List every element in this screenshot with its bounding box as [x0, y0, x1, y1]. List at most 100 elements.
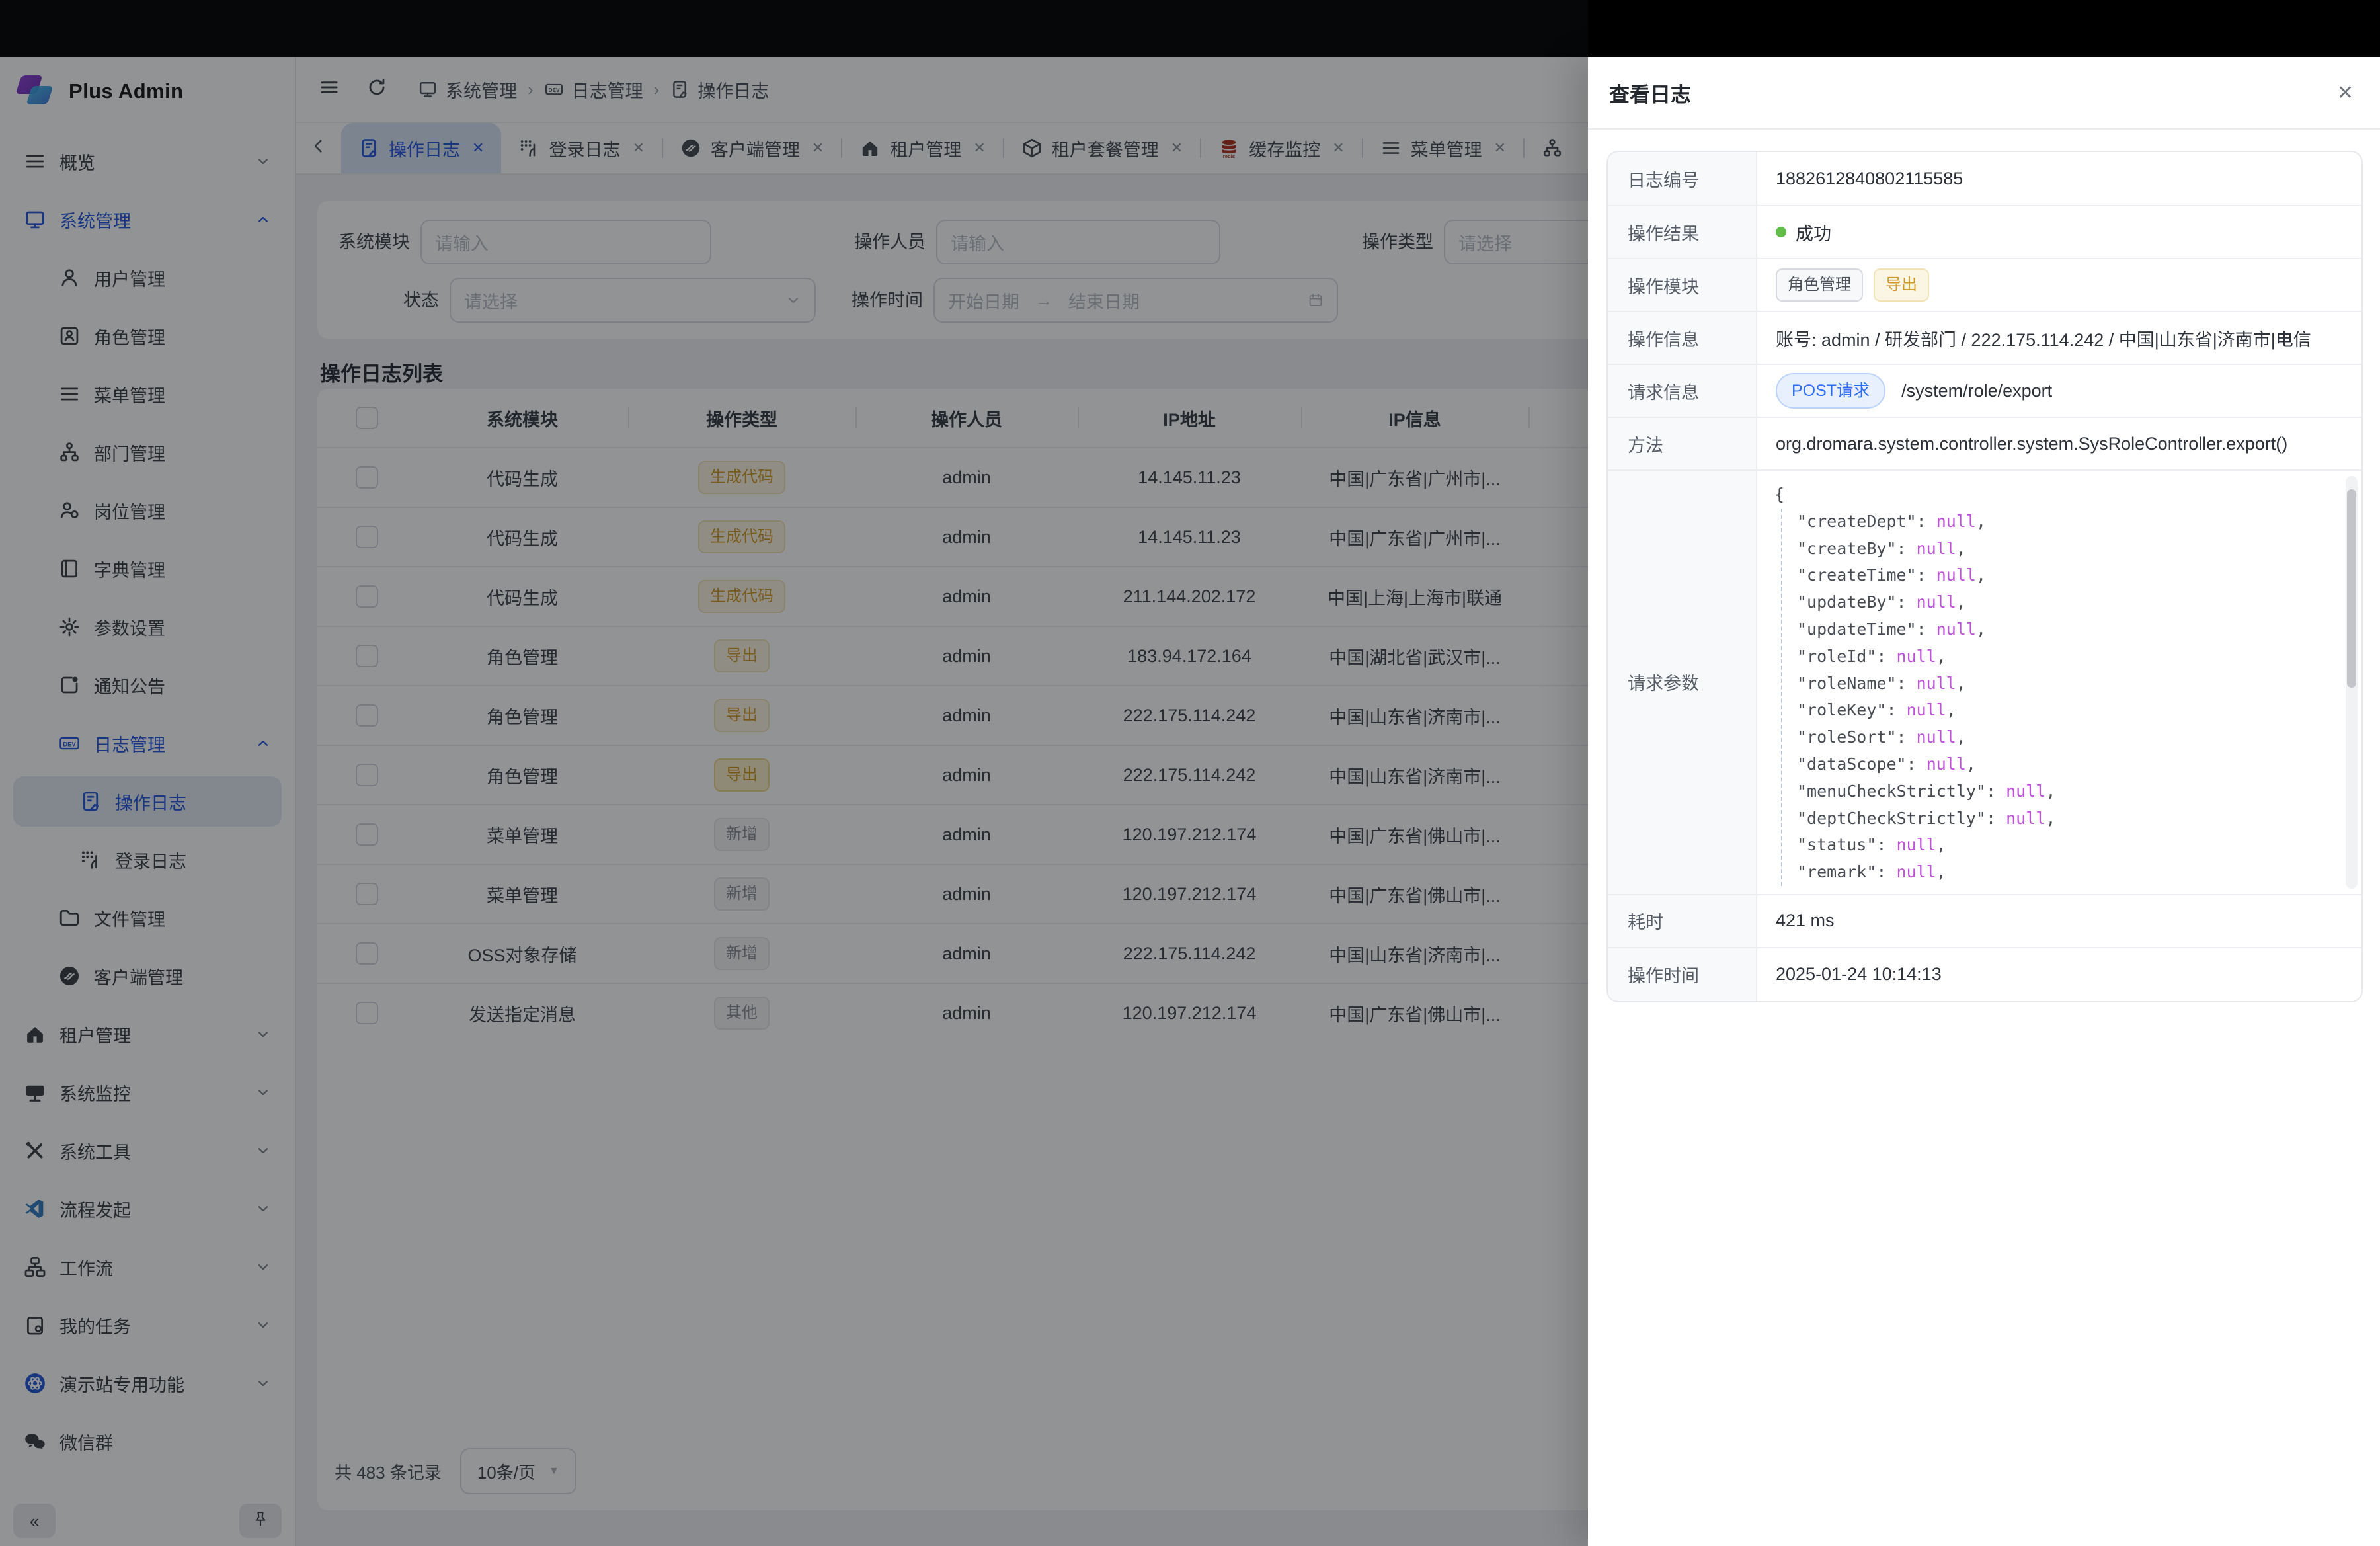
json-comma: ,	[1966, 754, 1976, 774]
json-colon: :	[1886, 700, 1906, 719]
json-comma: ,	[1946, 700, 1956, 719]
detail-text: 账号: admin / 研发部门 / 222.175.114.242 / 中国|…	[1776, 325, 2311, 351]
detail-value: 成功	[1757, 206, 2361, 258]
json-line: "deptCheckStrictly": null,	[1797, 805, 2330, 833]
code-scrollbar-thumb[interactable]	[2347, 489, 2356, 688]
detail-value: 1882612840802115585	[1757, 152, 2361, 205]
json-colon: :	[1897, 674, 1917, 693]
drawer-header: 查看日志 ✕	[1588, 57, 2380, 130]
json-comma: ,	[2045, 809, 2055, 828]
detail-row-操作模块: 操作模块角色管理导出	[1608, 258, 2361, 311]
json-key: "createBy"	[1797, 539, 1897, 558]
json-colon: :	[1897, 539, 1917, 558]
json-null: null	[2006, 809, 2045, 828]
json-comma: ,	[1956, 539, 1966, 558]
json-key: "updateTime"	[1797, 620, 1917, 639]
json-colon: :	[1907, 754, 1926, 774]
detail-row-操作信息: 操作信息账号: admin / 研发部门 / 222.175.114.242 /…	[1608, 311, 2361, 364]
json-colon: :	[1876, 835, 1896, 854]
json-key: "roleKey"	[1797, 700, 1886, 719]
json-comma: ,	[1956, 674, 1966, 693]
json-null: null	[1917, 674, 1956, 693]
json-line: "roleKey": null,	[1797, 697, 2330, 724]
detail-row-方法: 方法 org.dromara.system.controller.system.S…	[1608, 417, 2361, 469]
json-line: "menuCheckStrictly": null,	[1797, 778, 2330, 805]
detail-label: 方法	[1608, 418, 1757, 469]
json-comma: ,	[1936, 862, 1946, 881]
detail-value: POST请求/system/role/export	[1757, 365, 2361, 417]
json-colon: :	[1986, 782, 2006, 801]
json-null: null	[1917, 539, 1956, 558]
json-null: null	[1907, 700, 1946, 719]
detail-value: {"createDept": null,"createBy": null,"cr…	[1757, 471, 2361, 894]
json-null: null	[1936, 620, 1976, 639]
json-comma: ,	[1956, 592, 1966, 612]
json-line: "updateBy": null,	[1797, 589, 2330, 616]
json-colon: :	[1876, 647, 1896, 666]
module-tag: 角色管理	[1776, 268, 1863, 302]
screen: Plus Admin 概览系统管理用户管理角色管理菜单管理部门管理岗位管理字典管…	[0, 0, 2380, 1546]
json-key: "status"	[1797, 835, 1876, 854]
detail-value: 421 ms	[1757, 895, 2361, 947]
detail-row-操作时间: 操作时间2025-01-24 10:14:13	[1608, 947, 2361, 1001]
json-key: "roleId"	[1797, 647, 1876, 666]
detail-value: 角色管理导出	[1757, 259, 2361, 311]
detail-label: 请求参数	[1608, 471, 1757, 894]
json-comma: ,	[2045, 782, 2055, 801]
json-comma: ,	[1936, 647, 1946, 666]
detail-label: 操作结果	[1608, 206, 1757, 258]
json-colon: :	[1897, 727, 1917, 747]
json-line: "dataScope": null,	[1797, 751, 2330, 778]
json-comma: ,	[1956, 727, 1966, 747]
module-tag: 导出	[1874, 268, 1929, 302]
detail-text: org.dromara.system.controller.system.Sys…	[1776, 434, 2287, 454]
method-tag: POST请求	[1776, 373, 1885, 409]
json-key: "updateBy"	[1797, 592, 1897, 612]
log-detail-table: 日志编号1882612840802115585操作结果成功操作模块角色管理导出操…	[1606, 151, 2363, 1002]
request-url: /system/role/export	[1901, 381, 2052, 401]
json-key: "remark"	[1797, 862, 1876, 881]
json-key: "roleSort"	[1797, 727, 1897, 747]
json-line: "createBy": null,	[1797, 536, 2330, 563]
detail-row-日志编号: 日志编号1882612840802115585	[1608, 152, 2361, 205]
json-code: {"createDept": null,"createBy": null,"cr…	[1757, 471, 2361, 894]
json-colon: :	[1986, 809, 2006, 828]
json-null: null	[1936, 512, 1976, 531]
module-tags: 角色管理导出	[1776, 268, 1929, 302]
json-line: "status": null,	[1797, 832, 2330, 859]
json-key: "createDept"	[1797, 512, 1917, 531]
detail-value: org.dromara.system.controller.system.Sys…	[1757, 418, 2361, 469]
json-comma: ,	[1936, 835, 1946, 854]
json-line: "roleSort": null,	[1797, 724, 2330, 751]
json-line: "remark": null,	[1797, 859, 2330, 886]
drawer-close-icon[interactable]: ✕	[2334, 79, 2356, 107]
detail-value: 2025-01-24 10:14:13	[1757, 948, 2361, 1001]
detail-row-请求参数: 请求参数{"createDept": null,"createBy": null…	[1608, 469, 2361, 894]
json-line: "createDept": null,	[1797, 509, 2330, 536]
detail-label: 操作模块	[1608, 259, 1757, 311]
drawer-title: 查看日志	[1609, 78, 1691, 108]
detail-label: 耗时	[1608, 895, 1757, 947]
detail-label: 日志编号	[1608, 152, 1757, 205]
json-comma: ,	[1976, 620, 1986, 639]
json-null: null	[1897, 862, 1936, 881]
detail-text: 2025-01-24 10:14:13	[1776, 964, 1942, 985]
json-null: null	[1917, 592, 1956, 612]
detail-value: 账号: admin / 研发部门 / 222.175.114.242 / 中国|…	[1757, 312, 2361, 364]
detail-label: 操作信息	[1608, 312, 1757, 364]
code-scrollbar-track[interactable]	[2346, 476, 2358, 889]
json-colon: :	[1917, 512, 1936, 531]
json-key: "menuCheckStrictly"	[1797, 782, 1986, 801]
json-key: "createTime"	[1797, 565, 1917, 585]
json-null: null	[1917, 727, 1956, 747]
modal-overlay[interactable]	[0, 0, 1588, 1546]
json-comma: ,	[1976, 512, 1986, 531]
json-null: null	[1936, 565, 1976, 585]
json-open-brace: {	[1774, 481, 2330, 509]
detail-label: 请求信息	[1608, 365, 1757, 417]
json-null: null	[2006, 782, 2045, 801]
json-null: null	[1897, 647, 1936, 666]
request-params-code[interactable]: {"createDept": null,"createBy": null,"cr…	[1757, 471, 2361, 894]
json-null: null	[1897, 835, 1936, 854]
view-log-drawer: 查看日志 ✕ 日志编号1882612840802115585操作结果成功操作模块…	[1588, 57, 2380, 1546]
